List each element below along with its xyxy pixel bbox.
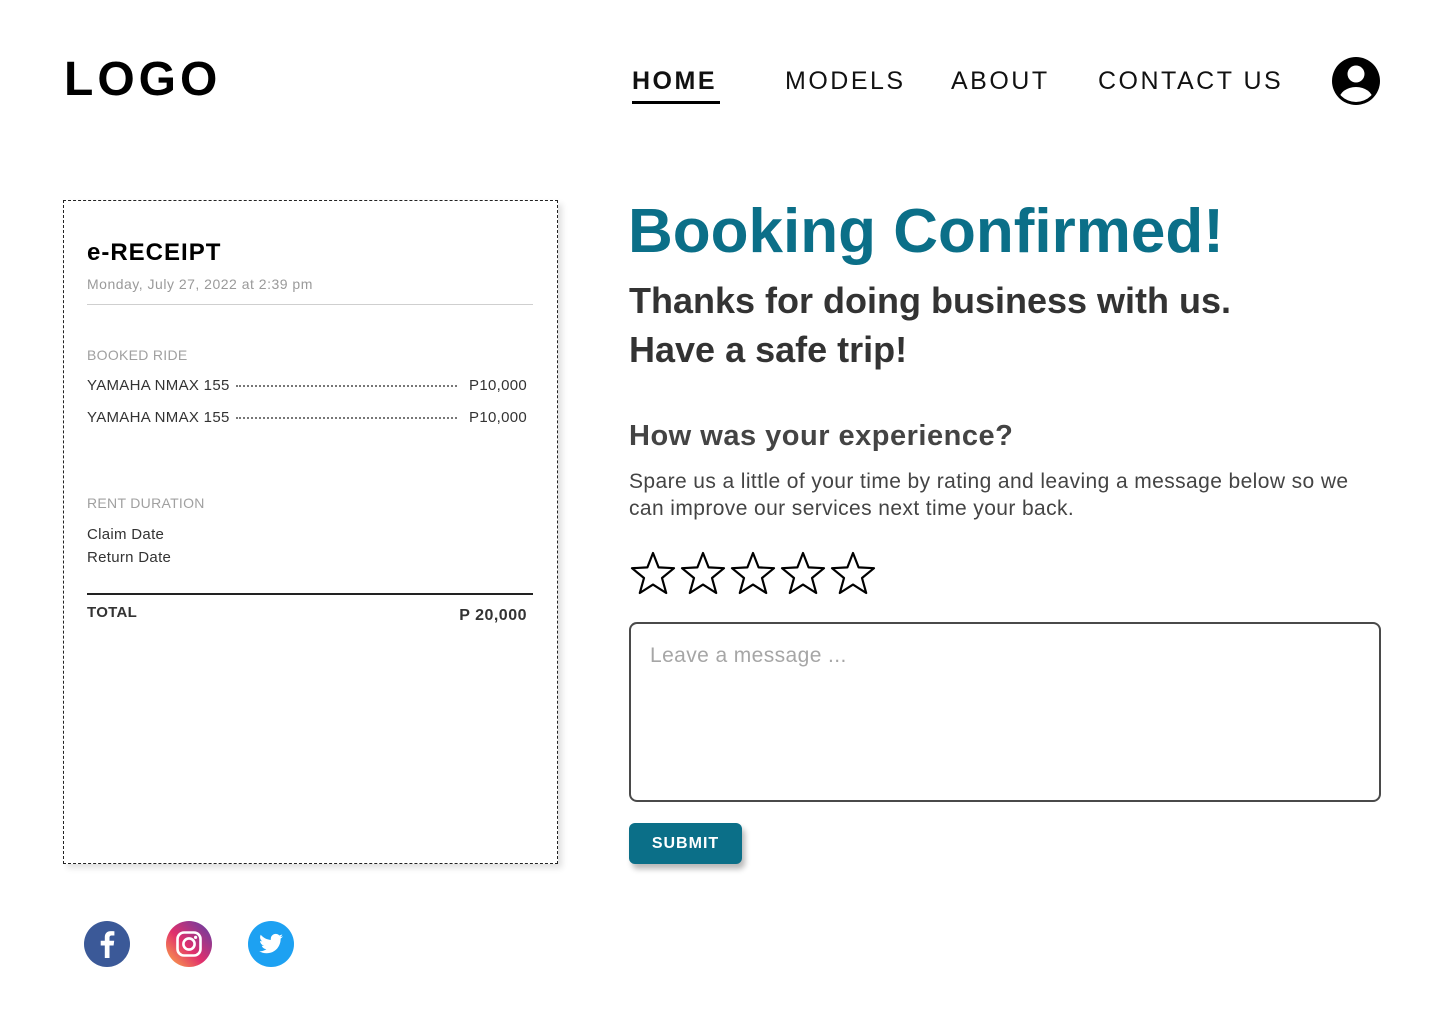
dot-leader bbox=[235, 417, 458, 419]
dot-leader bbox=[235, 385, 458, 387]
rent-duration-heading: RENT DURATION bbox=[87, 495, 205, 511]
rating-description: Spare us a little of your time by rating… bbox=[629, 470, 1349, 520]
receipt-title: e-RECEIPT bbox=[87, 239, 222, 266]
receipt-line-item: YAMAHA NMAX 155 P10,000 bbox=[87, 409, 527, 429]
claim-date-label: Claim Date bbox=[87, 526, 165, 543]
star-icon-1[interactable] bbox=[629, 550, 677, 598]
return-date-label: Return Date bbox=[87, 549, 172, 566]
star-icon-4[interactable] bbox=[779, 550, 827, 598]
total-label: TOTAL bbox=[87, 604, 138, 621]
star-icon-2[interactable] bbox=[679, 550, 727, 598]
e-receipt-card: e-RECEIPT Monday, July 27, 2022 at 2:39 … bbox=[63, 200, 558, 864]
receipt-date: Monday, July 27, 2022 at 2:39 pm bbox=[87, 276, 313, 292]
total-divider bbox=[87, 593, 533, 595]
submit-button[interactable]: SUBMIT bbox=[629, 823, 742, 864]
message-input[interactable] bbox=[629, 622, 1381, 802]
active-nav-underline bbox=[632, 101, 720, 104]
logo[interactable]: LOGO bbox=[64, 56, 221, 104]
item-price: P10,000 bbox=[469, 409, 527, 426]
booking-confirmation-page: LOGO HOME MODELS ABOUT CONTACT US e-RECE… bbox=[0, 0, 1440, 1024]
nav-models[interactable]: MODELS bbox=[785, 66, 906, 96]
thanks-message: Thanks for doing business with us. Have … bbox=[629, 276, 1389, 374]
nav-home[interactable]: HOME bbox=[632, 66, 717, 96]
receipt-line-item: YAMAHA NMAX 155 P10,000 bbox=[87, 377, 527, 397]
nav-contact-us[interactable]: CONTACT US bbox=[1098, 66, 1283, 96]
item-name: YAMAHA NMAX 155 bbox=[87, 409, 230, 426]
instagram-icon[interactable] bbox=[164, 919, 214, 969]
booked-ride-heading: BOOKED RIDE bbox=[87, 347, 188, 363]
star-icon-5[interactable] bbox=[829, 550, 877, 598]
receipt-divider bbox=[87, 304, 533, 305]
total-value: P 20,000 bbox=[459, 607, 527, 624]
star-icon-3[interactable] bbox=[729, 550, 777, 598]
booking-confirmed-headline: Booking Confirmed! bbox=[628, 197, 1224, 266]
facebook-icon[interactable] bbox=[82, 919, 132, 969]
experience-question: How was your experience? bbox=[629, 420, 1014, 452]
nav-about[interactable]: ABOUT bbox=[951, 66, 1050, 96]
user-profile-icon[interactable] bbox=[1330, 55, 1382, 107]
item-price: P10,000 bbox=[469, 377, 527, 394]
thanks-line-2: Have a safe trip! bbox=[629, 329, 908, 370]
twitter-icon[interactable] bbox=[246, 919, 296, 969]
thanks-line-1: Thanks for doing business with us. bbox=[629, 280, 1232, 321]
item-name: YAMAHA NMAX 155 bbox=[87, 377, 230, 394]
